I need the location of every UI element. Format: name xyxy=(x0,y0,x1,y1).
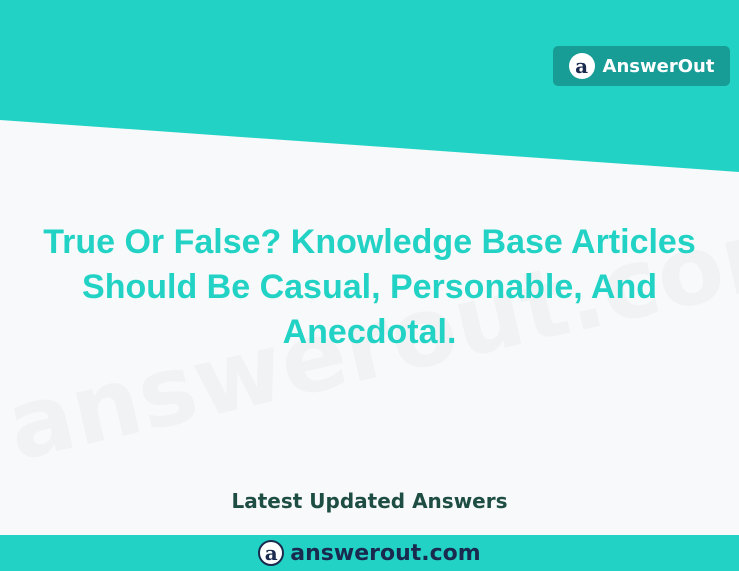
footer-logo-icon: a xyxy=(258,540,285,566)
top-accent-band xyxy=(0,0,739,172)
footer-url[interactable]: answerout.com xyxy=(290,541,480,566)
footer-bar[interactable]: a answerout.com xyxy=(0,535,739,571)
question-headline: True Or False? Knowledge Base Articles S… xyxy=(43,223,696,351)
answerout-badge[interactable]: a AnswerOut xyxy=(552,45,731,87)
latest-answers-heading: Latest Updated Answers xyxy=(231,489,508,513)
brand-name: AnswerOut xyxy=(602,55,715,77)
answerout-logo-icon: a xyxy=(568,53,595,79)
